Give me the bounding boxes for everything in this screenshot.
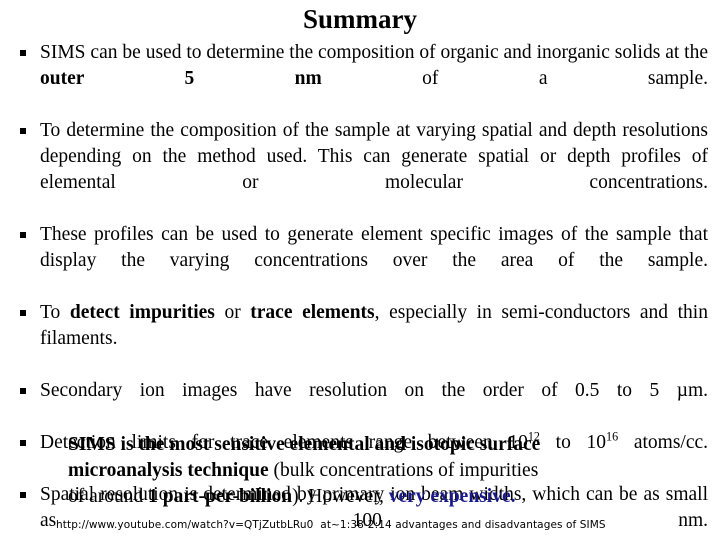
list-item: To detect impurities or trace elements, …	[8, 300, 708, 378]
bold-emphasis: outer 5 nm	[40, 68, 322, 89]
closing-line-3: of around 1 part-per-billion). However, …	[68, 486, 516, 507]
bullet-2-text: To determine the composition of the samp…	[40, 120, 708, 193]
square-bullet-icon	[20, 300, 34, 326]
source-url[interactable]: http://www.youtube.com/watch?v=QTjZutbLR…	[56, 519, 313, 531]
bold-emphasis: detect impurities	[69, 302, 215, 323]
bullet-5-text: Secondary ion images have resolution on …	[40, 380, 708, 401]
closing-line-2: microanalysis technique (bulk concentrat…	[68, 460, 539, 481]
closing-bold-3: 1 part-per-billion	[148, 486, 293, 507]
list-item: These profiles can be used to generate e…	[8, 222, 708, 300]
bullet-4-text: To detect impurities or trace elements, …	[40, 302, 708, 349]
square-bullet-icon	[20, 40, 34, 66]
closing-bold-2: microanalysis technique	[68, 460, 269, 481]
list-item: SIMS can be used to determine the compos…	[8, 40, 708, 118]
source-note: at~1:38-2:14 advantages and disadvantage…	[320, 519, 606, 531]
accent-phrase: very expensive.	[388, 486, 516, 507]
bullet-3-text: These profiles can be used to generate e…	[40, 224, 708, 271]
closing-line-1: SIMS is the most sensitive elemental and…	[68, 432, 668, 458]
footnote-source: http://www.youtube.com/watch?v=QTjZutbLR…	[56, 518, 716, 532]
closing-statement: SIMS is the most sensitive elemental and…	[68, 432, 668, 510]
square-bullet-icon	[20, 222, 34, 248]
closing-bold-1: SIMS is the most sensitive elemental and…	[68, 434, 541, 455]
page-title: Summary	[303, 4, 417, 34]
square-bullet-icon	[20, 378, 34, 404]
square-bullet-icon	[20, 118, 34, 144]
square-bullet-icon	[20, 430, 34, 456]
slide-canvas: Summary SIMS can be used to determine th…	[0, 0, 720, 540]
list-item: Secondary ion images have resolution on …	[8, 378, 708, 430]
list-item: To determine the composition of the samp…	[8, 118, 708, 222]
bold-emphasis: trace elements	[250, 302, 375, 323]
bullet-1-text: SIMS can be used to determine the compos…	[40, 42, 708, 89]
square-bullet-icon	[20, 482, 34, 508]
